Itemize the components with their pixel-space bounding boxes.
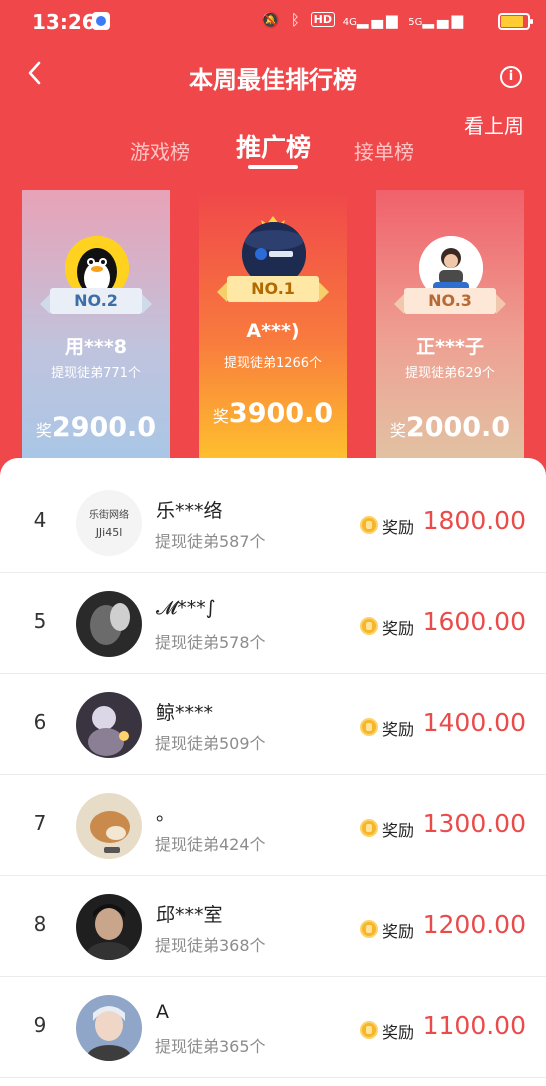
logo-text: 乐街网络 bbox=[89, 510, 129, 521]
user-name: 鲸**** bbox=[156, 702, 214, 724]
rank-number: 7 bbox=[33, 811, 47, 835]
podium-card-first[interactable]: NO.1 A***) 提现徒弟1266个 奖3900.0 bbox=[199, 190, 347, 460]
podium-name: 正***子 bbox=[416, 336, 484, 358]
user-subtitle: 提现徒弟368个 bbox=[155, 936, 266, 955]
list-item[interactable]: 5 𝓜***∫ 提现徒弟578个 奖励 1600.00 bbox=[0, 573, 546, 674]
reward-amount: 1400.00 bbox=[422, 708, 526, 737]
user-subtitle: 提现徒弟587个 bbox=[155, 532, 266, 551]
mute-icon: 🔕 bbox=[261, 11, 284, 29]
rank-badge: NO.1 bbox=[227, 276, 319, 302]
signal-4g-icon: 4G▂▄▆ bbox=[342, 11, 401, 29]
tab-orders[interactable]: 接单榜 bbox=[354, 136, 414, 165]
podium-subtitle: 提现徒弟1266个 bbox=[223, 356, 323, 371]
reward-label: 奖励 bbox=[382, 720, 415, 739]
rank-ribbon: NO.1 bbox=[217, 276, 329, 302]
battery-icon bbox=[498, 13, 533, 30]
list-item[interactable]: 6 鲸**** 提现徒弟509个 奖励 1400.00 bbox=[0, 674, 546, 775]
reward-label: 奖励 bbox=[382, 922, 415, 941]
user-name: 邱***室 bbox=[156, 904, 223, 926]
list-item[interactable]: 4 乐街网络 JJi45l 乐***络 提现徒弟587个 奖励 1800.00 bbox=[0, 472, 546, 573]
user-subtitle: 提现徒弟578个 bbox=[155, 633, 266, 652]
user-subtitle: 提现徒弟509个 bbox=[155, 734, 266, 753]
list-item[interactable]: 8 邱***室 提现徒弟368个 奖励 1200.00 bbox=[0, 876, 546, 977]
list-item[interactable]: 9 A 提现徒弟365个 奖励 1100.00 bbox=[0, 977, 546, 1078]
podium-card-second[interactable]: NO.2 用***8 提现徒弟771个 奖2900.0 bbox=[22, 190, 170, 460]
avatar bbox=[76, 591, 142, 657]
avatar bbox=[76, 894, 142, 960]
list-item[interactable]: 7 。 提现徒弟424个 奖励 1300.00 bbox=[0, 775, 546, 876]
rank-badge: NO.2 bbox=[50, 288, 142, 314]
podium-reward: 奖2900.0 bbox=[35, 412, 157, 443]
photo-avatar-icon bbox=[76, 591, 142, 657]
signal-5g-icon: 5G▂▄▆ bbox=[408, 11, 466, 29]
active-tab-indicator bbox=[248, 165, 298, 169]
user-name: 𝓜***∫ bbox=[156, 597, 216, 619]
coin-icon bbox=[360, 516, 378, 534]
podium-card-third[interactable]: NO.3 正***子 提现徒弟629个 奖2000.0 bbox=[376, 190, 524, 460]
rank-number: 8 bbox=[33, 912, 47, 936]
rank-number: 5 bbox=[33, 609, 47, 633]
avatar: 乐街网络 JJi45l bbox=[76, 490, 142, 556]
podium-subtitle: 提现徒弟629个 bbox=[405, 366, 495, 381]
reward-label: 奖励 bbox=[382, 821, 415, 840]
user-name: 乐***络 bbox=[156, 500, 223, 522]
reward-amount: 1300.00 bbox=[422, 809, 526, 838]
photo-avatar-icon bbox=[76, 894, 142, 960]
dog-photo-icon bbox=[76, 793, 142, 859]
page-title: 本周最佳排行榜 bbox=[189, 66, 357, 94]
info-icon[interactable]: i bbox=[500, 66, 522, 88]
app-notification-icon bbox=[92, 12, 110, 30]
reward-amount: 1100.00 bbox=[422, 1011, 526, 1040]
user-name: 。 bbox=[156, 803, 176, 825]
coin-icon bbox=[360, 617, 378, 635]
podium-name: 用***8 bbox=[64, 336, 128, 358]
rank-ribbon: NO.3 bbox=[394, 288, 506, 314]
podium-subtitle: 提现徒弟771个 bbox=[51, 366, 141, 381]
coin-icon bbox=[360, 920, 378, 938]
user-subtitle: 提现徒弟365个 bbox=[155, 1037, 266, 1056]
avatar bbox=[76, 692, 142, 758]
rank-ribbon: NO.2 bbox=[40, 288, 152, 314]
reward-amount: 1600.00 bbox=[422, 607, 526, 636]
photo-avatar-icon bbox=[76, 995, 142, 1061]
hd-icon: HD bbox=[310, 12, 335, 27]
status-icons: 🔕 ᛒ HD 4G▂▄▆ 5G▂▄▆ bbox=[261, 11, 466, 29]
avatar bbox=[76, 995, 142, 1061]
status-time: 13:26 bbox=[32, 10, 96, 34]
avatar bbox=[76, 793, 142, 859]
rank-number: 6 bbox=[33, 710, 47, 734]
tab-game[interactable]: 游戏榜 bbox=[130, 136, 190, 165]
status-bar: 13:26 🔕 ᛒ HD 4G▂▄▆ 5G▂▄▆ bbox=[0, 0, 546, 44]
reward-label: 奖励 bbox=[382, 1023, 415, 1042]
reward-amount: 1800.00 bbox=[422, 506, 526, 535]
coin-icon bbox=[360, 718, 378, 736]
bluetooth-icon: ᛒ bbox=[290, 11, 303, 29]
rank-badge: NO.3 bbox=[404, 288, 496, 314]
user-subtitle: 提现徒弟424个 bbox=[155, 835, 266, 854]
tab-promotion[interactable]: 推广榜 bbox=[236, 128, 311, 164]
photo-avatar-icon bbox=[76, 692, 142, 758]
coin-icon bbox=[360, 819, 378, 837]
podium-reward: 奖3900.0 bbox=[212, 398, 334, 429]
reward-label: 奖励 bbox=[382, 518, 415, 537]
coin-icon bbox=[360, 1021, 378, 1039]
rank-number: 9 bbox=[33, 1013, 47, 1037]
reward-label: 奖励 bbox=[382, 619, 415, 638]
rank-number: 4 bbox=[33, 508, 47, 532]
user-name: A bbox=[156, 1001, 169, 1023]
ranking-list: 4 乐街网络 JJi45l 乐***络 提现徒弟587个 奖励 1800.00 … bbox=[0, 458, 546, 1086]
podium-reward: 奖2000.0 bbox=[389, 412, 511, 443]
logo-text: JJi45l bbox=[95, 526, 123, 539]
podium-name: A***) bbox=[246, 320, 300, 342]
reward-amount: 1200.00 bbox=[422, 910, 526, 939]
tab-bar: 游戏榜 推广榜 接单榜 bbox=[0, 128, 546, 178]
